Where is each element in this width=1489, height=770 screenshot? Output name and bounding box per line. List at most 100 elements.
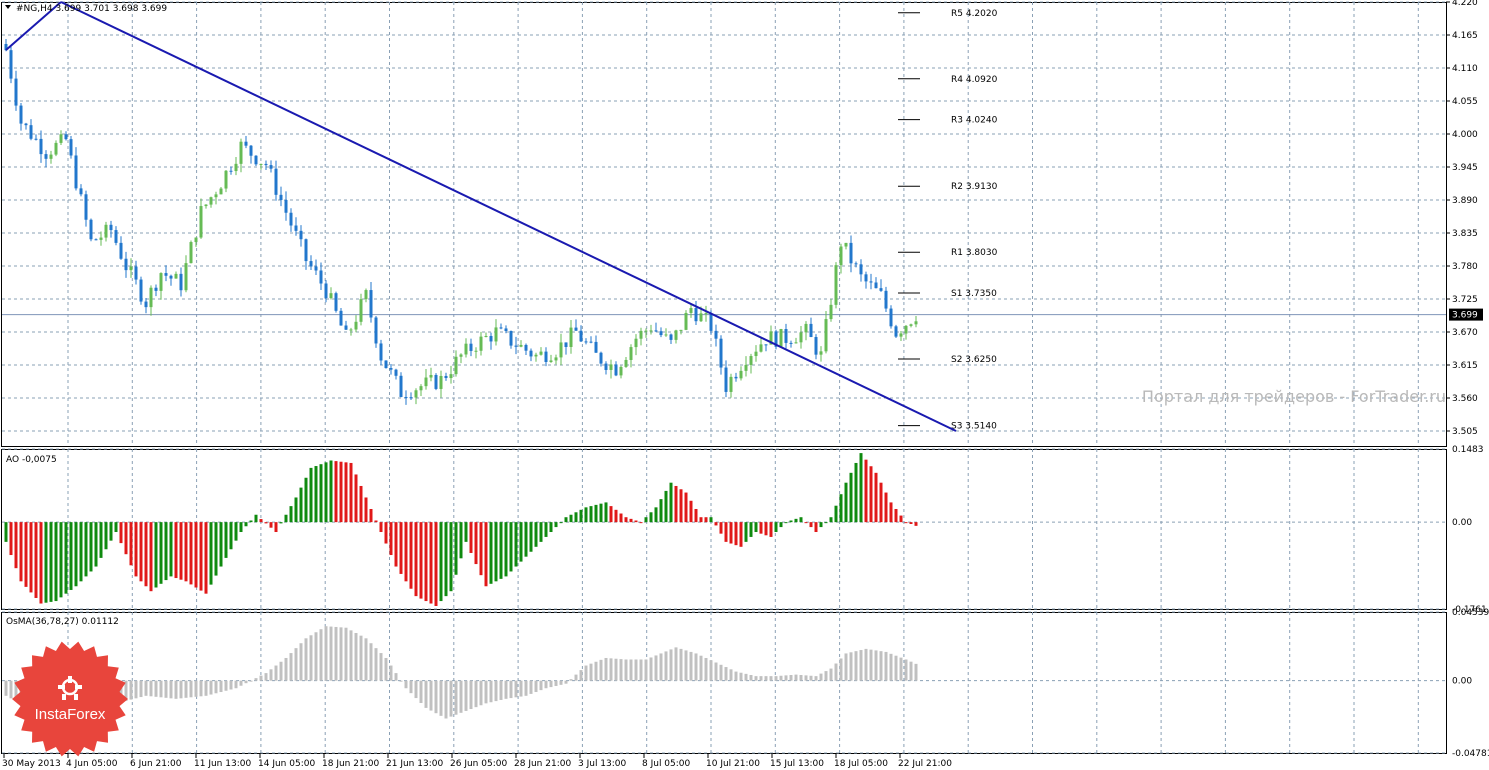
candle-body [279,194,283,201]
osma-bar [294,648,298,681]
ao-bar [719,522,723,534]
osma-bar [339,627,343,681]
y-tick-label: 4.165 [1452,31,1478,41]
osma-bar [394,673,398,681]
candle-body [339,310,343,326]
candle-body [284,200,288,213]
candle-body [34,138,38,140]
osma-bar [769,676,773,681]
ao-bar [439,522,443,602]
osma-bar [579,670,583,681]
osma-bar [419,680,423,703]
osma-bar [829,668,833,681]
ao-title: AO -0,0075 [6,455,57,465]
x-tick-label: 30 May 2013 [2,759,61,769]
candle-body [499,327,503,329]
ao-bar [904,522,908,524]
y-tick-label: 3.835 [1452,229,1478,239]
dropdown-triangle-icon[interactable] [5,5,11,9]
osma-bar [209,680,213,695]
osma-histogram [4,626,918,727]
candle-body [434,374,438,389]
x-tick-label: 22 Jul 21:00 [898,759,952,769]
ao-bar [874,472,878,523]
osma-bar [359,635,363,681]
ao-bar [224,522,228,558]
candle-body [359,299,363,322]
osma-bar [444,680,448,719]
osma-bar [184,680,188,698]
candle-body [119,242,123,259]
grid-lines [2,1,1446,754]
ao-bar [489,522,493,584]
ao-bar [914,522,918,526]
ao-bar [109,522,113,541]
pivot-label: R2 3.9130 [951,182,998,192]
candle-body [619,366,623,376]
ao-bar [524,522,528,557]
ao-bar [434,522,438,606]
candle-body [444,375,448,379]
osma-bar [729,669,733,681]
ao-bar [114,522,118,533]
y-tick-label: 4.055 [1452,97,1478,107]
candle-body [244,141,248,146]
pivot-label: R4 4.0920 [951,75,998,85]
candle-body [289,212,293,226]
osma-bar [304,638,308,681]
candle-body [879,288,883,291]
candle-body [84,194,88,220]
candle-body [44,154,48,159]
ao-bar [574,512,578,523]
osma-bar [384,657,388,681]
candle-body [149,287,153,308]
ao-bar [319,464,323,523]
candle-body [234,163,238,172]
ao-bar [519,522,523,562]
osma-bar [204,680,208,696]
ao-bar [34,522,38,598]
osma-bar [169,680,173,699]
ao-bar [624,517,628,523]
x-tick-label: 3 Jul 13:00 [578,759,627,769]
candle-body [554,357,558,361]
candle-body [574,327,578,331]
candle-body [399,375,403,397]
osma-bar [874,650,878,681]
osma-bar [284,657,288,681]
osma-bar [314,632,318,681]
candle-body [159,273,163,291]
candle-body [779,329,783,347]
ao-bar [639,522,643,524]
candle-body [799,332,803,343]
ao-bar [569,514,573,523]
osma-bar [689,651,693,681]
candle-body [479,336,483,351]
osma-bar [409,680,413,694]
osma-bar [239,680,243,686]
ao-bar [869,466,873,523]
x-tick-label: 6 Jun 21:00 [130,759,182,769]
candle-body [469,343,473,351]
candle-body [169,275,173,279]
candlestick-series [4,38,918,405]
osma-bar [634,659,638,681]
ao-bar [664,490,668,523]
y-tick-label: 3.945 [1452,163,1478,173]
candle-body [349,329,353,331]
ao-bar [159,522,163,584]
ao-bar [69,522,73,590]
ao-bar [824,522,828,524]
osma-bar [259,675,263,681]
candle-body [849,242,853,264]
candle-body [889,308,893,327]
ao-bar [44,522,48,603]
candle-body [709,313,713,331]
candle-body [364,290,368,300]
candle-body [824,319,828,352]
osma-bar [684,650,688,681]
osma-bar [164,680,168,698]
candle-body [99,237,103,240]
ao-bar [249,520,253,523]
candle-body [309,261,313,267]
